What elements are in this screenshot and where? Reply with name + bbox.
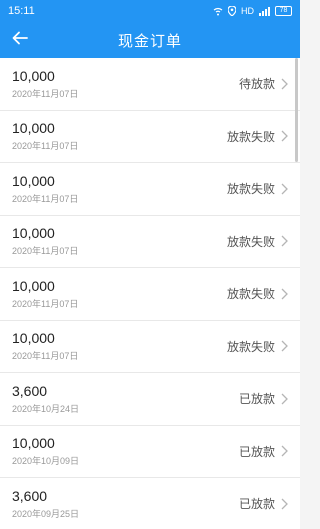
order-status-group: 放款失败 [227,338,288,355]
chevron-right-icon [281,445,288,457]
order-status-group: 已放款 [239,495,288,512]
order-amount: 3,600 [12,487,48,504]
chevron-right-icon [281,183,288,195]
order-status-group: 待放款 [239,75,288,92]
order-amount: 10,000 [12,330,55,347]
order-row[interactable]: 3,600 2020年10月24日 已放款 [0,373,300,426]
order-status-group: 放款失败 [227,285,288,302]
order-date: 2020年10月09日 [12,456,80,467]
order-info: 10,000 2020年11月07日 [12,173,78,205]
order-amount: 10,000 [12,435,55,452]
order-amount: 10,000 [12,120,55,137]
order-status-group: 已放款 [239,390,288,407]
order-status: 放款失败 [226,129,275,144]
back-button[interactable] [6,22,34,58]
app-bar: 现金订单 [0,22,300,58]
order-info: 3,600 2020年10月24日 [12,383,79,415]
order-status-group: 放款失败 [227,233,288,250]
signal-wave-icon [213,7,223,16]
order-row[interactable]: 10,000 2020年11月07日 放款失败 [0,163,300,216]
order-info: 10,000 2020年10月09日 [12,435,79,467]
order-date: 2020年11月07日 [12,193,79,204]
cellular-signal-icon [259,6,270,16]
order-status: 待放款 [238,77,275,92]
network-label: HD [241,6,254,16]
order-status: 已放款 [238,444,275,459]
order-status: 已放款 [238,392,275,407]
order-amount: 10,000 [12,67,55,84]
order-row[interactable]: 3,600 2020年09月25日 已放款 [0,478,300,529]
order-status: 放款失败 [226,339,275,354]
order-row[interactable]: 10,000 2020年11月07日 放款失败 [0,216,300,268]
page-title: 现金订单 [117,32,182,50]
order-status: 放款失败 [226,287,275,302]
chevron-right-icon [281,288,288,300]
chevron-right-icon [281,393,288,405]
status-bar: 15:11 HD 78 [0,0,300,22]
order-date: 2020年10月24日 [12,403,80,414]
order-amount: 10,000 [12,277,55,294]
order-row[interactable]: 10,000 2020年10月09日 已放款 [0,426,300,478]
battery-icon: 78 [275,6,292,16]
order-row[interactable]: 10,000 2020年11月07日 放款失败 [0,111,300,163]
order-row[interactable]: 10,000 2020年11月07日 放款失败 [0,321,300,373]
status-icons: HD 78 [213,6,292,16]
order-info: 10,000 2020年11月07日 [12,225,78,257]
order-info: 10,000 2020年11月07日 [12,68,78,100]
order-date: 2020年11月07日 [12,351,79,362]
chevron-right-icon [281,130,288,142]
order-amount: 10,000 [12,172,55,189]
chevron-right-icon [281,235,288,247]
chevron-right-icon [281,78,288,90]
order-date: 2020年11月07日 [12,246,79,257]
order-date: 2020年11月07日 [12,141,79,152]
order-status: 放款失败 [226,182,275,197]
arrow-left-icon [12,31,28,50]
scrollbar[interactable] [295,58,298,162]
order-info: 3,600 2020年09月25日 [12,488,79,520]
order-status-group: 放款失败 [227,180,288,197]
order-amount: 3,600 [12,382,48,399]
order-status: 放款失败 [226,234,275,249]
order-amount: 10,000 [12,225,55,242]
order-date: 2020年11月07日 [12,298,79,309]
order-date: 2020年09月25日 [12,508,80,519]
order-info: 10,000 2020年11月07日 [12,330,78,362]
order-status: 已放款 [238,497,275,512]
order-info: 10,000 2020年11月07日 [12,278,78,310]
chevron-right-icon [281,340,288,352]
order-row[interactable]: 10,000 2020年11月07日 放款失败 [0,268,300,321]
order-list: 10,000 2020年11月07日 待放款 10,000 2020年11月07日 放款失… [0,58,300,529]
status-time: 15:11 [8,5,35,17]
order-row[interactable]: 10,000 2020年11月07日 待放款 [0,58,300,111]
order-info: 10,000 2020年11月07日 [12,120,78,152]
order-date: 2020年11月07日 [12,88,79,99]
location-icon [228,6,236,16]
order-status-group: 已放款 [239,443,288,460]
order-status-group: 放款失败 [227,128,288,145]
chevron-right-icon [281,498,288,510]
